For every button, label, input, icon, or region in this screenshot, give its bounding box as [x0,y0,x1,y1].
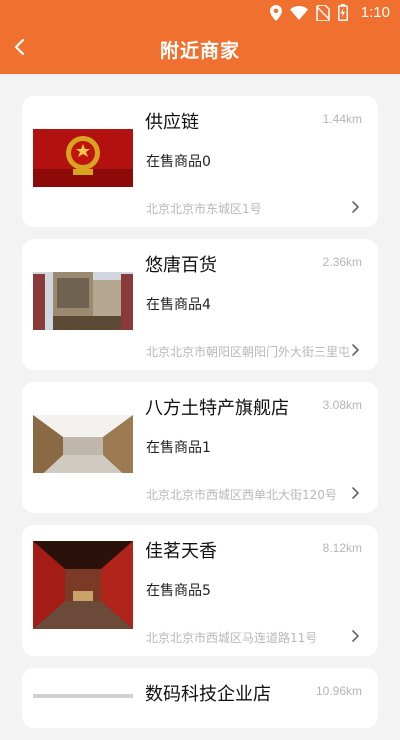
battery-charging-icon [338,4,348,21]
chevron-right-icon [352,201,359,213]
store-address: 北京北京市西城区西单北大街120号 [146,488,337,502]
store-name: 佳茗天香 [145,541,217,562]
store-image [33,694,133,728]
store-card[interactable]: 悠唐百货 2.36km 在售商品4 北京北京市朝阳区朝阳门外大街三里屯 [22,239,378,370]
store-card[interactable]: 八方土特产旗舰店 3.08km 在售商品1 北京北京市西城区西单北大街120号 [22,382,378,513]
product-count: 在售商品1 [146,440,211,456]
app-header: 1:10 附近商家 [0,0,400,74]
status-icons [270,4,348,21]
store-name: 悠唐百货 [145,255,217,276]
store-card[interactable]: 供应链 1.44km 在售商品0 北京北京市东城区1号 [22,96,378,227]
store-address: 北京北京市西城区马连道路11号 [146,631,318,645]
no-sim-icon [316,4,330,21]
store-address: 北京北京市朝阳区朝阳门外大街三里屯 [146,345,351,359]
store-distance: 3.08km [322,398,362,412]
store-distance: 1.44km [322,112,362,126]
store-name: 八方土特产旗舰店 [145,398,289,419]
store-distance: 8.12km [322,541,362,555]
store-name: 供应链 [145,112,199,133]
store-distance: 10.96km [315,684,362,698]
product-count: 在售商品4 [146,297,211,313]
wifi-icon [290,5,308,20]
store-image [33,415,133,473]
store-card[interactable]: 数码科技企业店 10.96km [22,668,378,728]
store-image [33,541,133,629]
store-image [33,272,133,330]
store-name: 数码科技企业店 [145,684,271,705]
store-address: 北京北京市东城区1号 [146,202,262,216]
status-time: 1:10 [360,4,390,21]
store-list: 供应链 1.44km 在售商品0 北京北京市东城区1号 悠唐百货 2.36km … [22,96,378,740]
store-distance: 2.36km [322,255,362,269]
store-card[interactable]: 佳茗天香 8.12km 在售商品5 北京北京市西城区马连道路11号 [22,525,378,656]
page-title: 附近商家 [159,40,240,62]
chevron-right-icon [352,630,359,642]
location-icon [270,4,282,21]
chevron-right-icon [352,344,359,356]
chevron-right-icon [352,487,359,499]
product-count: 在售商品5 [146,583,211,599]
store-image [33,129,133,187]
product-count: 在售商品0 [146,154,211,170]
